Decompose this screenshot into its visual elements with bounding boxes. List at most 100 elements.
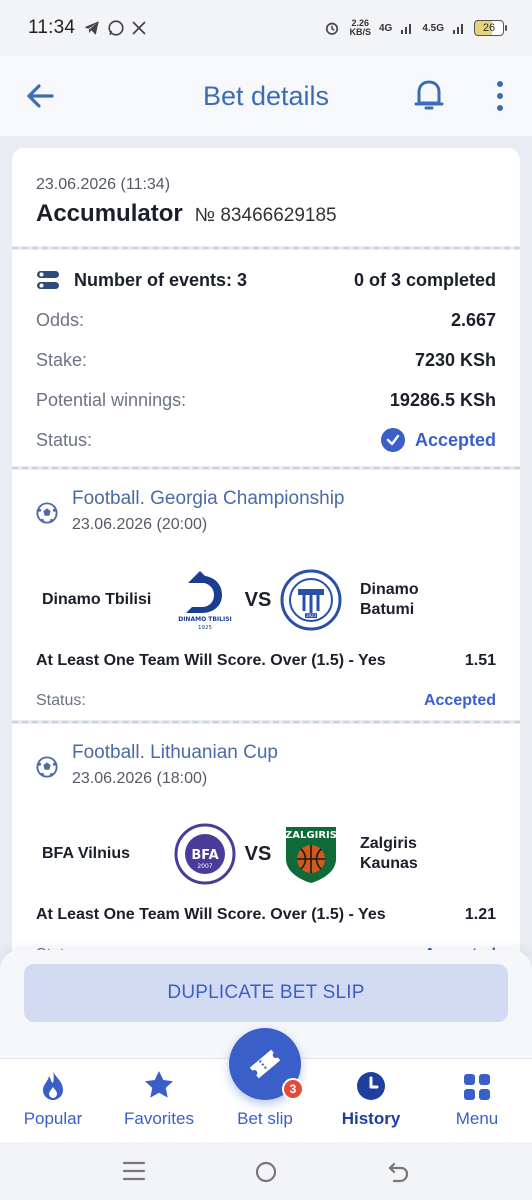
tab-label: Favorites — [124, 1109, 194, 1128]
ticket-icon — [249, 1049, 281, 1079]
system-nav-bar — [0, 1142, 532, 1200]
market-odds: 1.51 — [464, 652, 496, 669]
back-nav-icon[interactable] — [386, 1160, 410, 1184]
market-row: At Least One Team Will Score. Over (1.5)… — [36, 652, 496, 670]
vs-label: VS — [244, 588, 272, 611]
league-name: Football. Lithuanian Cup — [72, 742, 278, 763]
clock-icon — [357, 1072, 385, 1100]
system-status: 2.26 KB/S 4G 4.5G 26 — [323, 19, 507, 37]
notification-icons — [83, 19, 147, 37]
events-row: Number of events: 3 0 of 3 completed — [36, 260, 496, 300]
odds-label: Odds: — [36, 309, 85, 330]
league-name: Football. Georgia Championship — [72, 488, 345, 509]
more-vertical-icon[interactable] — [494, 80, 506, 112]
status-value: Accepted — [414, 429, 496, 450]
svg-text:DINAMO TBILISI: DINAMO TBILISI — [178, 616, 232, 623]
bet-header-card: 23.06.2026 (11:34) Accumulator № 8346662… — [12, 148, 520, 246]
list-toggle-icon — [37, 271, 59, 289]
tab-favorites[interactable]: Favorites — [106, 1059, 212, 1143]
away-team: Dinamo Batumi — [360, 581, 419, 618]
winnings-label: Potential winnings: — [36, 389, 187, 410]
bet-type: Accumulator — [36, 200, 183, 227]
home-team: Dinamo Tbilisi — [42, 591, 152, 608]
event-status-label: Status: — [36, 692, 86, 709]
speed-unit: KB/S — [349, 27, 371, 37]
app-bar: Bet details — [0, 56, 532, 136]
odds-row: Odds: 2.667 — [36, 300, 496, 340]
tab-history[interactable]: History — [318, 1059, 424, 1143]
market-row: At Least One Team Will Score. Over (1.5)… — [36, 906, 496, 924]
market-name: At Least One Team Will Score. Over (1.5)… — [36, 906, 386, 923]
dinamo-batumi-logo: 1923 — [280, 569, 342, 631]
battery-level: 26 — [482, 22, 496, 34]
tab-label: Menu — [455, 1109, 499, 1128]
event-card[interactable]: Football. Lithuanian Cup 23.06.2026 (18:… — [12, 724, 520, 964]
network-type-2: 4.5G — [422, 22, 444, 34]
status-badge: Accepted — [380, 428, 496, 452]
svg-text:ZALGIRIS: ZALGIRIS — [285, 830, 337, 841]
status-row: Status: Accepted — [36, 420, 496, 460]
league-text: Football. Georgia Championship 23.06.202… — [72, 488, 345, 534]
home-icon[interactable] — [254, 1160, 278, 1184]
market-name: At Least One Team Will Score. Over (1.5)… — [36, 652, 386, 669]
tab-popular[interactable]: Popular — [0, 1059, 106, 1143]
bfa-vilnius-logo: BFA 2007 — [174, 823, 236, 885]
matchup: Dinamo Tbilisi DINAMO TBILISI 1925 VS 19… — [36, 554, 496, 646]
bet-title: Accumulator № 83466629185 — [36, 200, 496, 228]
away-team: Zalgiris Kaunas — [360, 835, 418, 872]
bell-icon[interactable] — [412, 76, 446, 114]
alarm-icon — [326, 22, 339, 35]
league-header: Football. Georgia Championship 23.06.202… — [36, 488, 496, 534]
network-speed: 2.26 KB/S — [349, 19, 371, 37]
events-completed: 0 of 3 completed — [353, 269, 496, 290]
event-status-row: Status: Accepted — [36, 692, 496, 710]
stake-row: Stake: 7230 KSh — [36, 340, 496, 380]
signal-icon-2 — [453, 24, 463, 34]
svg-text:BFA: BFA — [191, 848, 218, 863]
tab-menu[interactable]: Menu — [424, 1059, 530, 1143]
vs-label: VS — [244, 842, 272, 865]
page-title: Bet details — [202, 80, 330, 111]
event-datetime: 23.06.2026 (18:00) — [72, 770, 208, 787]
duplicate-bet-slip-button[interactable]: DUPLICATE BET SLIP — [24, 964, 508, 1022]
svg-text:2007: 2007 — [197, 863, 212, 870]
stake-value: 7230 KSh — [414, 349, 496, 370]
event-status-value: Accepted — [423, 692, 496, 709]
event-datetime: 23.06.2026 (20:00) — [72, 516, 208, 533]
football-icon — [36, 756, 58, 778]
check-circle-icon — [380, 428, 405, 452]
zalgiris-kaunas-logo: ZALGIRIS — [285, 827, 337, 883]
market-odds: 1.21 — [464, 906, 496, 923]
stake-label: Stake: — [36, 349, 88, 370]
events-label-group: Number of events: 3 — [36, 269, 247, 291]
grid-icon — [464, 1074, 490, 1100]
tab-label: History — [341, 1109, 401, 1128]
events-count: Number of events: 3 — [74, 269, 248, 290]
recent-apps-icon[interactable] — [122, 1160, 146, 1182]
whatsapp-icon — [108, 20, 124, 36]
league-header: Football. Lithuanian Cup 23.06.2026 (18:… — [36, 742, 496, 788]
football-icon — [36, 502, 58, 524]
flame-icon — [43, 1071, 63, 1100]
home-team: BFA Vilnius — [42, 845, 131, 862]
bet-datetime: 23.06.2026 (11:34) — [36, 176, 171, 193]
star-icon — [145, 1071, 173, 1098]
odds-value: 2.667 — [450, 309, 496, 330]
bet-slip-count-badge: 3 — [282, 1078, 304, 1100]
tab-label: Popular — [23, 1109, 83, 1128]
tab-label: Bet slip — [237, 1109, 293, 1128]
arrow-left-icon[interactable] — [22, 78, 58, 114]
status-time: 11:34 — [28, 17, 76, 38]
event-card[interactable]: Football. Georgia Championship 23.06.202… — [12, 470, 520, 720]
svg-text:1925: 1925 — [198, 625, 212, 631]
status-bar: 11:34 2.26 KB/S 4G 4.5G 26 — [0, 0, 532, 56]
bet-number: № 83466629185 — [194, 205, 337, 226]
svg-text:1923: 1923 — [306, 613, 317, 618]
dinamo-tbilisi-logo: DINAMO TBILISI 1925 — [178, 571, 232, 631]
matchup: BFA Vilnius BFA 2007 VS ZALGIRIS Zalgiri… — [36, 808, 496, 900]
battery-icon: 26 — [474, 20, 507, 36]
winnings-row: Potential winnings: 19286.5 KSh — [36, 380, 496, 420]
league-text: Football. Lithuanian Cup 23.06.2026 (18:… — [72, 742, 278, 788]
status-label: Status: — [36, 429, 93, 450]
x-twitter-icon — [132, 21, 146, 35]
